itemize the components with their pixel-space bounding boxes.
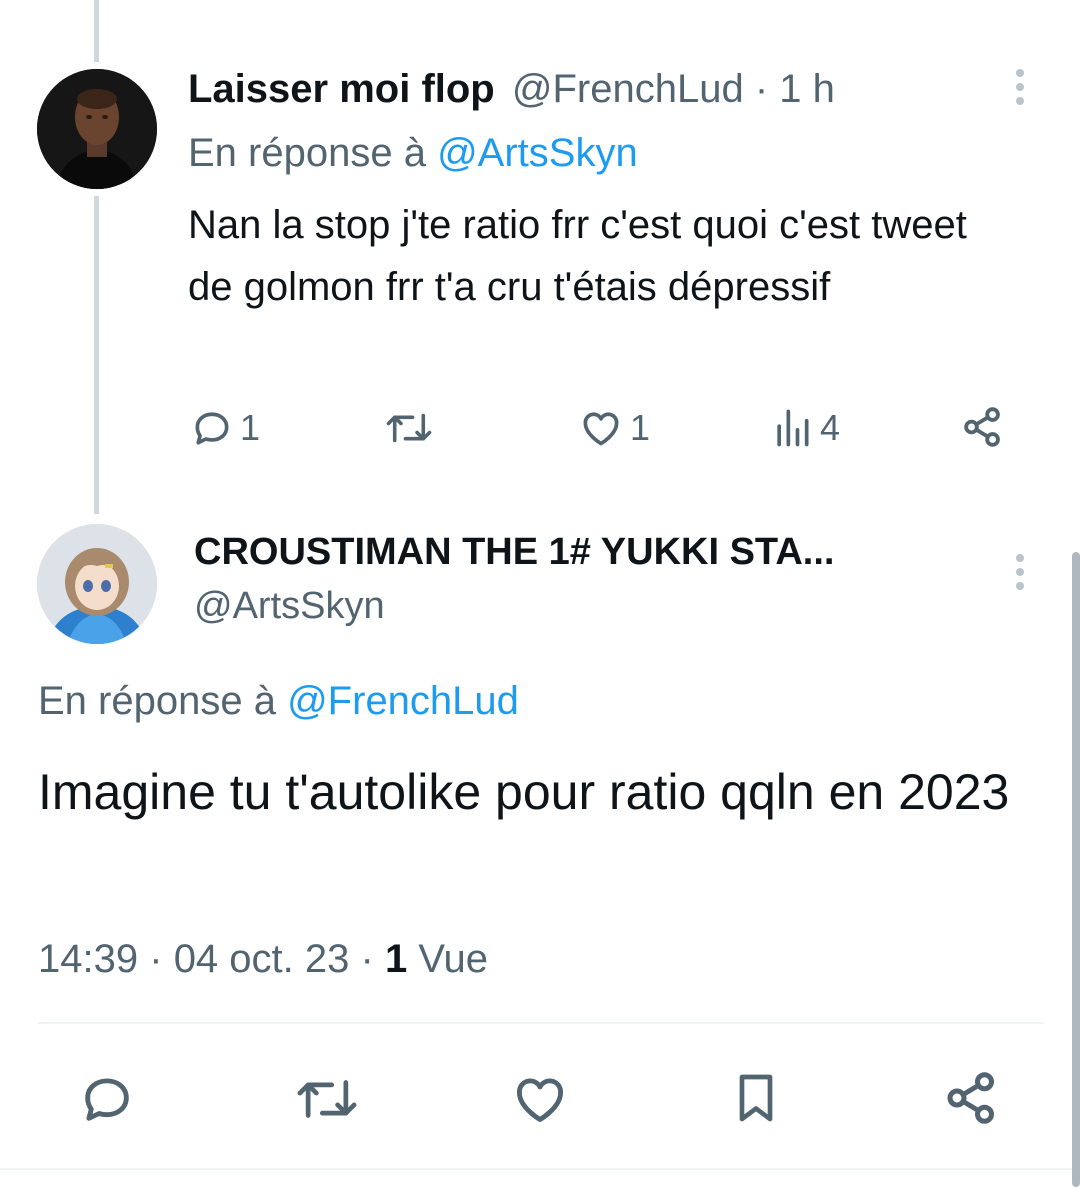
more-icon[interactable] — [1010, 69, 1030, 105]
share-button[interactable] — [960, 404, 1006, 450]
anime-girl-avatar-icon — [37, 524, 157, 644]
share-icon — [947, 1072, 994, 1124]
tweet-text: Nan la stop j'te ratio frr c'est quoi c'… — [188, 203, 967, 309]
tweet-time[interactable]: 14:39 — [38, 937, 138, 981]
reply-button[interactable]: 1 — [190, 406, 260, 450]
thread-line — [94, 196, 99, 514]
retweet-icon — [297, 1080, 357, 1118]
handle[interactable]: @FrenchLud — [512, 67, 744, 111]
tweet-meta: 14:39 · 04 oct. 23 · 1 Vue — [38, 936, 488, 982]
like-button[interactable] — [510, 1070, 570, 1128]
display-name[interactable]: Laisser moi flop — [188, 67, 495, 111]
reply-icon — [85, 1078, 129, 1121]
share-button[interactable] — [942, 1068, 1002, 1128]
like-icon — [517, 1078, 563, 1122]
bookmark-icon — [739, 1074, 773, 1122]
scrollbar[interactable] — [1072, 552, 1080, 1187]
views-icon — [777, 409, 809, 447]
view-label: Vue — [418, 937, 489, 981]
views-button[interactable]: 4 — [770, 406, 840, 450]
reply-prefix: En réponse à — [38, 679, 276, 723]
reply-context: En réponse à @ArtsSkyn — [188, 130, 638, 176]
separator: · — [149, 937, 163, 981]
view-count: 1 — [384, 937, 408, 981]
like-button[interactable]: 1 — [578, 406, 650, 450]
like-icon — [583, 412, 619, 446]
retweet-button[interactable] — [294, 1070, 360, 1128]
timestamp[interactable]: 1 h — [779, 67, 835, 111]
reply-icon — [195, 412, 229, 445]
separator: · — [754, 67, 769, 111]
reply-mention[interactable]: @ArtsSkyn — [437, 131, 638, 175]
reply-count: 1 — [240, 407, 261, 448]
tweet-date[interactable]: 04 oct. 23 — [174, 937, 350, 981]
reply-prefix: En réponse à — [188, 131, 426, 175]
profile-photo-man-icon — [37, 69, 157, 189]
avatar[interactable] — [37, 524, 157, 644]
tweet-text: Imagine tu t'autolike pour ratio qqln en… — [38, 764, 1010, 820]
divider — [38, 1022, 1044, 1024]
display-name[interactable]: CROUSTIMAN THE 1# YUKKI STA... — [194, 530, 834, 574]
avatar[interactable] — [37, 69, 157, 189]
more-icon[interactable] — [1010, 554, 1030, 590]
separator: · — [360, 937, 374, 981]
retweet-icon — [386, 413, 432, 443]
reply-header: Laisser moi flop @FrenchLud · 1 h — [188, 66, 835, 112]
bookmark-button[interactable] — [728, 1068, 784, 1128]
handle[interactable]: @ArtsSkyn — [194, 584, 385, 628]
divider — [0, 1168, 1080, 1170]
share-icon — [964, 407, 1000, 447]
reply-context: En réponse à @FrenchLud — [38, 678, 519, 724]
reply-mention[interactable]: @FrenchLud — [287, 679, 519, 723]
like-count: 1 — [630, 407, 651, 448]
thread-line — [94, 0, 99, 62]
retweet-button[interactable] — [384, 406, 434, 450]
view-count: 4 — [820, 407, 841, 448]
reply-button[interactable] — [78, 1070, 136, 1128]
